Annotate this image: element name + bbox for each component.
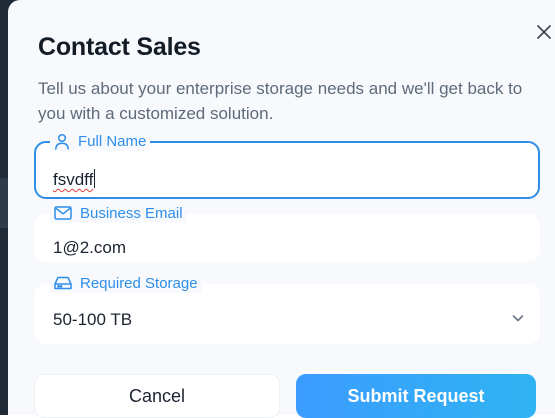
contact-sales-modal: Contact Sales Tell us about your enterpr… [8,0,555,418]
close-icon [537,25,551,39]
business-email-label-group: Business Email [50,203,187,223]
required-storage-field[interactable]: Required Storage 50-100 TB [34,273,540,344]
full-name-label-group: Full Name [50,131,151,151]
full-name-label: Full Name [78,132,147,150]
modal-subtitle: Tell us about your enterprise storage ne… [38,79,523,123]
cancel-button[interactable]: Cancel [34,374,280,418]
full-name-input[interactable]: fsvdff [53,169,96,190]
required-storage-select[interactable]: 50-100 TB [53,310,132,330]
hard-drive-icon [54,276,72,290]
submit-request-button[interactable]: Submit Request [296,374,536,418]
required-storage-label: Required Storage [80,274,198,292]
mail-icon [54,206,72,220]
modal-title: Contact Sales [38,33,201,61]
business-email-input[interactable]: 1@2.com [53,238,126,258]
text-caret [94,169,96,188]
chevron-down-icon[interactable] [510,310,526,326]
full-name-value: fsvdff [53,170,94,189]
business-email-field[interactable]: Business Email 1@2.com [34,203,540,262]
close-button[interactable] [534,22,554,42]
full-name-field[interactable]: Full Name fsvdff [34,131,540,199]
business-email-label: Business Email [80,204,183,222]
user-icon [54,133,70,150]
required-storage-label-group: Required Storage [50,273,202,293]
